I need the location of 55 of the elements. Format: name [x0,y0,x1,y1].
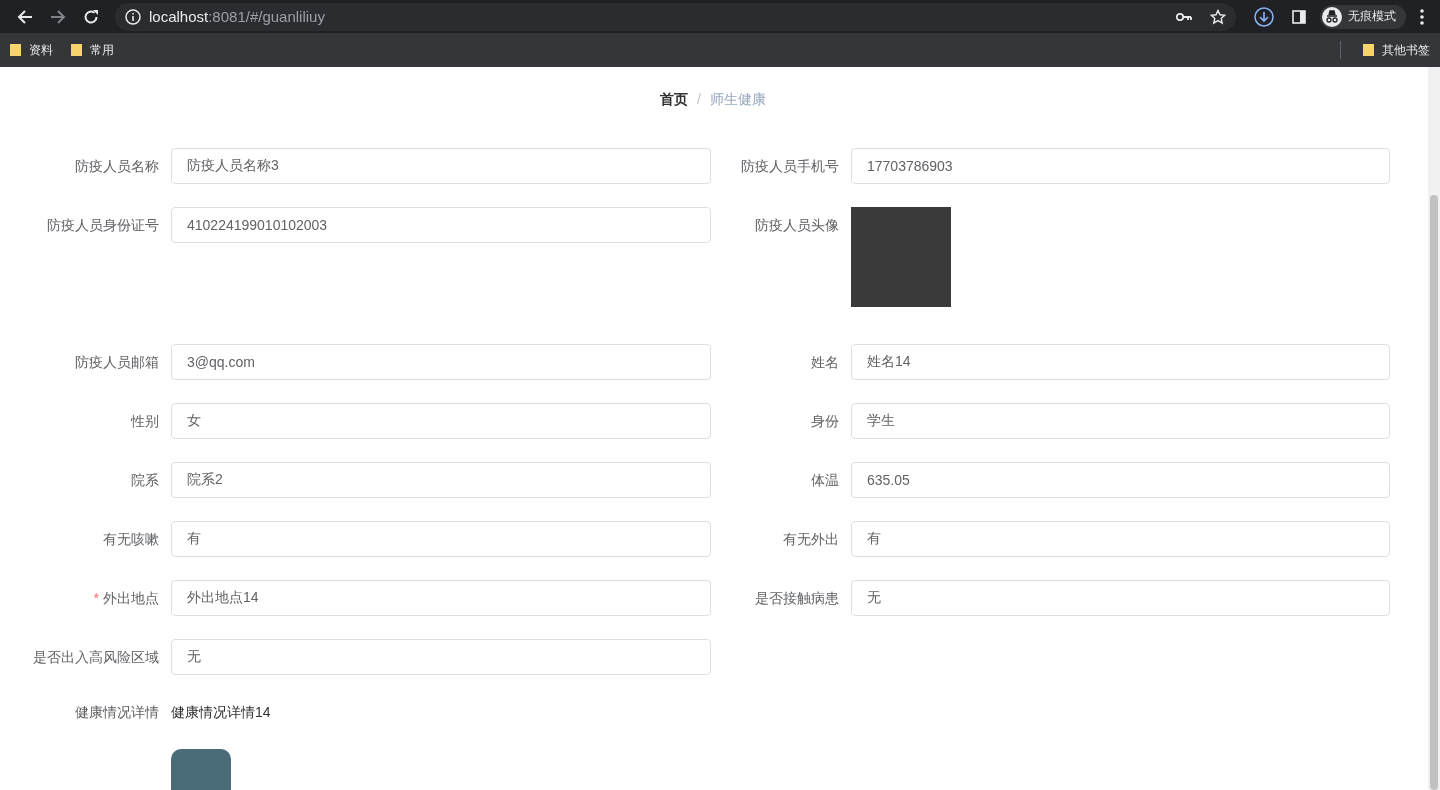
text-input-field[interactable]: 无 [171,639,711,675]
field-label: 性别 [129,412,160,431]
field-label: 院系 [130,471,160,490]
field-label: 有无咳嗽 [102,530,160,549]
required-asterisk: * [93,590,99,606]
field-label-text: 外出地点 [103,590,159,606]
field-label: 是否出入高风险区域 [32,648,160,667]
field-label: 防疫人员邮箱 [74,353,160,372]
field-label: 防疫人员名称 [74,157,160,176]
text-input-field[interactable]: 有 [171,521,711,557]
text-input-field[interactable]: 无 [851,580,1390,616]
breadcrumb-link[interactable]: 首页 [660,91,689,107]
text-input-field[interactable]: 410224199010102003 [171,207,711,243]
folder-icon [10,43,21,57]
url-text: localhost:8081/#/guanliliuy [149,8,325,25]
text-input-field[interactable]: 外出地点14 [171,580,711,616]
download-icon[interactable] [1254,6,1274,27]
field-label: 身份 [810,412,840,431]
bookmark-folder[interactable]: 常用 [71,41,114,59]
text-input-field[interactable]: 有 [851,521,1390,557]
field-label: 防疫人员身份证号 [46,216,160,235]
text-input-field[interactable]: 17703786903 [851,148,1390,184]
back-arrow-icon [16,8,33,25]
field-label: 防疫人员头像 [754,216,840,235]
text-input-field[interactable]: 635.05 [851,462,1390,498]
address-bar[interactable]: localhost:8081/#/guanliliuy [115,2,1236,31]
star-icon[interactable] [1210,8,1226,25]
breadcrumb-separator: / [697,91,701,107]
folder-icon [71,43,82,57]
side-panel-icon[interactable] [1292,9,1306,24]
field-label: 防疫人员手机号 [740,157,840,176]
incognito-icon [1322,6,1342,27]
reload-icon [82,8,99,25]
field-value: 健康情况详情14 [171,703,271,722]
field-label: 体温 [810,471,840,490]
incognito-profile-button[interactable]: 无痕模式 [1320,4,1406,29]
text-input-field[interactable]: 防疫人员名称3 [171,148,711,184]
text-input-field[interactable]: 女 [171,403,711,439]
text-input-field[interactable]: 学生 [851,403,1390,439]
breadcrumb-current: 师生健康 [709,91,766,107]
folder-icon [1363,43,1374,57]
field-label: 是否接触病患 [754,589,840,608]
key-icon[interactable] [1176,11,1192,22]
bookmark-folder[interactable]: 资料 [10,41,53,59]
text-input-field[interactable]: 姓名14 [851,344,1390,380]
text-input-field[interactable]: 3@qq.com [171,344,711,380]
forward-arrow-icon [49,8,66,25]
field-label: 有无外出 [782,530,840,549]
field-label: 姓名 [810,353,840,372]
menu-icon[interactable] [1420,8,1424,25]
field-label: 健康情况详情 [74,703,160,722]
info-icon [125,8,141,25]
text-input-field[interactable]: 院系2 [171,462,711,498]
bookmark-folder[interactable]: 其他书签 [1363,41,1430,59]
scrollbar[interactable] [1428,67,1440,790]
